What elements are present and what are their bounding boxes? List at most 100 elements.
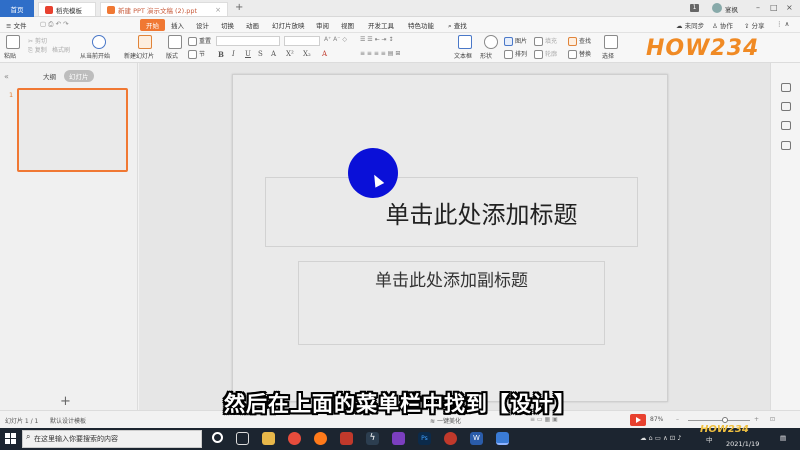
transition-pane-icon[interactable] <box>781 121 791 130</box>
paste-button[interactable]: 粘贴 <box>4 51 16 60</box>
new-slide-button[interactable]: 新建幻灯片 <box>124 51 154 60</box>
subtitle-placeholder[interactable]: 单击此处添加副标题 <box>298 261 605 345</box>
windows-start-icon[interactable] <box>5 433 17 445</box>
slide-design-icon[interactable] <box>781 141 791 150</box>
properties-icon[interactable] <box>781 83 791 92</box>
quick-access-icons[interactable]: ▢ ⎙ ↶ ↷ <box>40 20 68 29</box>
menu-design[interactable]: 设计 <box>196 20 209 30</box>
section-icon <box>188 50 197 59</box>
wps-icon[interactable] <box>496 432 509 445</box>
slide-canvas[interactable]: 单击此处添加标题 单击此处添加副标题 <box>232 74 668 402</box>
picture-button[interactable]: 图片 <box>504 36 527 46</box>
share-button[interactable]: ⇪ 分享 <box>744 20 765 30</box>
word-icon[interactable]: W <box>470 432 483 445</box>
user-name[interactable]: 宴枫 <box>725 4 738 14</box>
avatar[interactable] <box>712 3 722 13</box>
title-placeholder[interactable]: 单击此处添加标题 <box>265 177 638 247</box>
cut-button[interactable]: ✂ 剪切 <box>28 36 47 45</box>
play-icon[interactable] <box>92 35 106 49</box>
menu-file-label: 文件 <box>13 22 27 30</box>
font-size-select[interactable] <box>284 36 320 46</box>
maximize-icon[interactable]: □ <box>770 3 778 12</box>
zoom-slider[interactable] <box>688 420 750 421</box>
slide-thumbnail[interactable] <box>17 88 128 172</box>
visual-studio-icon[interactable] <box>392 432 405 445</box>
font-family-select[interactable] <box>216 36 280 46</box>
task-view-icon[interactable] <box>236 432 249 445</box>
arrange-button[interactable]: 排列 <box>504 49 527 59</box>
select-button[interactable]: 选择 <box>602 51 614 60</box>
strikethrough-icon[interactable]: A <box>271 50 276 58</box>
app-bolt-icon[interactable]: ϟ <box>366 432 379 445</box>
menu-view[interactable]: 视图 <box>341 20 354 30</box>
more-icon[interactable]: ⋮ ∧ <box>776 20 789 28</box>
menu-features[interactable]: 特色功能 <box>408 20 434 30</box>
tab-outline[interactable]: 大纲 <box>43 71 56 81</box>
layout-button[interactable]: 版式 <box>166 51 178 60</box>
italic-icon[interactable]: I <box>232 50 235 58</box>
find-button[interactable]: 查找 <box>568 36 591 46</box>
new-tab-icon[interactable]: + <box>235 2 243 13</box>
menu-insert[interactable]: 插入 <box>171 20 184 30</box>
list-icons[interactable]: ☰ ☰ ⇤ ⇥ ↕ <box>360 36 393 43</box>
system-tray-icons[interactable]: ☁ ⌂ ▭ ∧ ⊡ ♪ <box>640 434 681 442</box>
tab-home[interactable]: 首页 <box>0 0 34 17</box>
app-red-icon[interactable] <box>340 432 353 445</box>
tab-templates[interactable]: 稻壳模板 <box>38 2 96 16</box>
chrome-icon[interactable] <box>288 432 301 445</box>
menu-animation[interactable]: 动画 <box>246 20 259 30</box>
menu-slideshow[interactable]: 幻灯片放映 <box>272 20 305 30</box>
notification-badge[interactable]: 1 <box>690 4 699 12</box>
clock-date[interactable]: 2021/1/19 <box>726 440 759 449</box>
superscript-icon[interactable]: X² <box>286 50 294 58</box>
collab-button[interactable]: ♙ 协作 <box>712 20 733 30</box>
paste-icon[interactable] <box>6 35 20 49</box>
tab-document-label: 新建 PPT 演示文稿 (2).ppt <box>118 6 198 15</box>
menu-file[interactable]: ≡ 文件 <box>6 20 27 30</box>
align-icons[interactable]: ≡ ≡ ≡ ≡ ▤ ⊞ <box>360 50 400 57</box>
menu-transition[interactable]: 切换 <box>221 20 234 30</box>
font-color-icon[interactable]: A <box>322 50 327 58</box>
sync-status[interactable]: ☁ 未同步 <box>676 20 704 30</box>
replace-button[interactable]: 替换 <box>568 49 591 59</box>
tab-home-label: 首页 <box>10 5 24 14</box>
select-icon[interactable] <box>604 35 618 49</box>
textbox-icon[interactable] <box>458 35 472 49</box>
tab-slides[interactable]: 幻灯片 <box>64 70 94 82</box>
font-grow-icon[interactable]: A⁺ A⁻ ◇ <box>324 36 347 43</box>
notification-center-icon[interactable]: ▤ <box>780 434 786 442</box>
play-from-current-button[interactable]: 从当前开始 <box>80 51 110 60</box>
close-window-icon[interactable]: × <box>786 3 793 12</box>
close-tab-icon[interactable]: × <box>215 6 221 14</box>
shadow-icon[interactable]: S <box>258 50 263 58</box>
animation-pane-icon[interactable] <box>781 102 791 111</box>
file-explorer-icon[interactable] <box>262 432 275 445</box>
ime-indicator[interactable]: 中 <box>706 434 713 444</box>
bold-icon[interactable]: B <box>218 50 224 59</box>
photoshop-icon[interactable]: Ps <box>418 432 431 445</box>
layout-icon[interactable] <box>168 35 182 49</box>
minimize-icon[interactable]: – <box>756 3 760 12</box>
tab-document[interactable]: 新建 PPT 演示文稿 (2).ppt × <box>100 2 228 16</box>
section-button[interactable]: 节 <box>188 49 205 59</box>
cortana-icon[interactable] <box>212 432 223 443</box>
outline-button[interactable]: 轮廓 <box>534 49 557 59</box>
reset-button[interactable]: 重置 <box>188 36 211 46</box>
new-slide-icon[interactable] <box>138 35 152 49</box>
copy-button[interactable]: ⎘ 复制 <box>28 45 47 55</box>
menu-home[interactable]: 开始 <box>140 19 165 31</box>
collab-label: 协作 <box>719 22 733 30</box>
recorder-icon[interactable] <box>444 432 457 445</box>
firefox-icon[interactable] <box>314 432 327 445</box>
fill-button[interactable]: 填充 <box>534 36 557 46</box>
shape-icon[interactable] <box>484 35 498 49</box>
shape-button[interactable]: 形状 <box>480 51 492 60</box>
menu-review[interactable]: 审阅 <box>316 20 329 30</box>
underline-icon[interactable]: U <box>245 50 251 58</box>
format-painter-button[interactable]: 格式刷 <box>52 45 70 54</box>
menu-search[interactable]: ⌕ 查找 <box>448 20 467 31</box>
menu-developer[interactable]: 开发工具 <box>368 20 394 30</box>
collapse-panel-icon[interactable]: « <box>4 72 9 81</box>
textbox-button[interactable]: 文本框 <box>454 51 472 60</box>
subscript-icon[interactable]: X₂ <box>303 50 311 58</box>
